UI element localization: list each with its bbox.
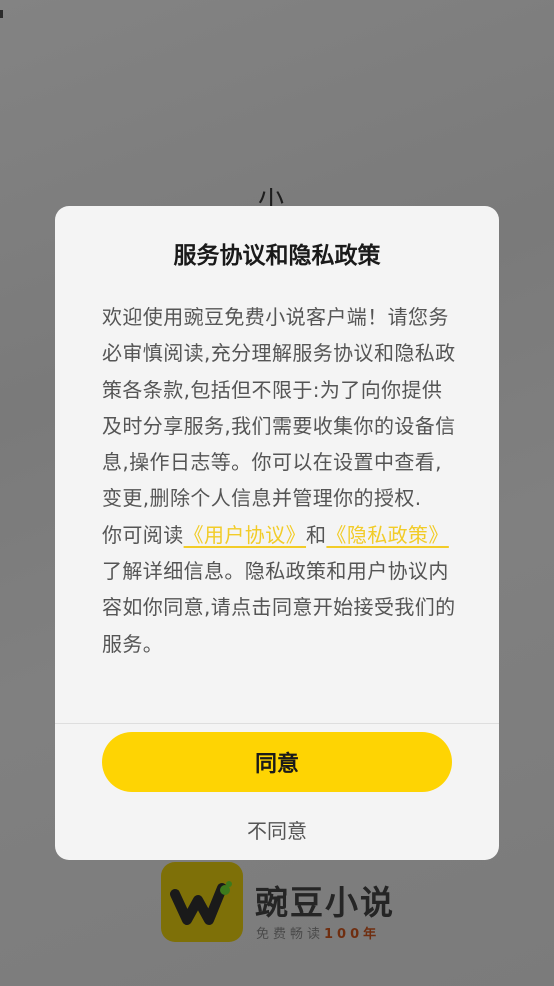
- agree-button[interactable]: 同意: [102, 732, 452, 792]
- app-logo-icon: [161, 862, 243, 942]
- dialog-title: 服务协议和隐私政策: [173, 243, 381, 269]
- privacy-dialog: 服务协议和隐私政策 欢迎使用豌豆免费小说客户端！请您务必审慎阅读,充分理解服务协…: [55, 206, 499, 860]
- paragraph-2-suffix: 了解详细信息。隐私政策和用户协议内容如你同意,请点击同意开始接受我们的服务。: [102, 559, 456, 656]
- brand-area: 豌豆小说 免费畅读100年: [161, 862, 401, 944]
- tagline-text: 免费畅读: [256, 927, 325, 942]
- dialog-divider: [55, 723, 499, 724]
- dialog-body: 欢迎使用豌豆免费小说客户端！请您务必审慎阅读,充分理解服务协议和隐私政策各条款,…: [102, 299, 458, 662]
- paragraph-2-prefix: 你可阅读: [102, 522, 184, 547]
- status-bar-indicator: [0, 10, 3, 18]
- brand-name: 豌豆小说: [255, 883, 395, 922]
- brand-tagline: 免费畅读100年: [256, 923, 380, 942]
- tagline-accent: 100年: [324, 927, 381, 942]
- user-agreement-link[interactable]: 《用户协议》: [184, 523, 306, 547]
- dialog-paragraph-1: 欢迎使用豌豆免费小说客户端！请您务必审慎阅读,充分理解服务协议和隐私政策各条款,…: [102, 305, 456, 511]
- privacy-policy-link[interactable]: 《隐私政策》: [326, 523, 448, 547]
- disagree-button[interactable]: 不同意: [202, 811, 352, 847]
- and-text: 和: [306, 522, 327, 547]
- dialog-paragraph-2: 你可阅读《用户协议》和《隐私政策》了解详细信息。隐私政策和用户协议内容如你同意,…: [102, 517, 458, 662]
